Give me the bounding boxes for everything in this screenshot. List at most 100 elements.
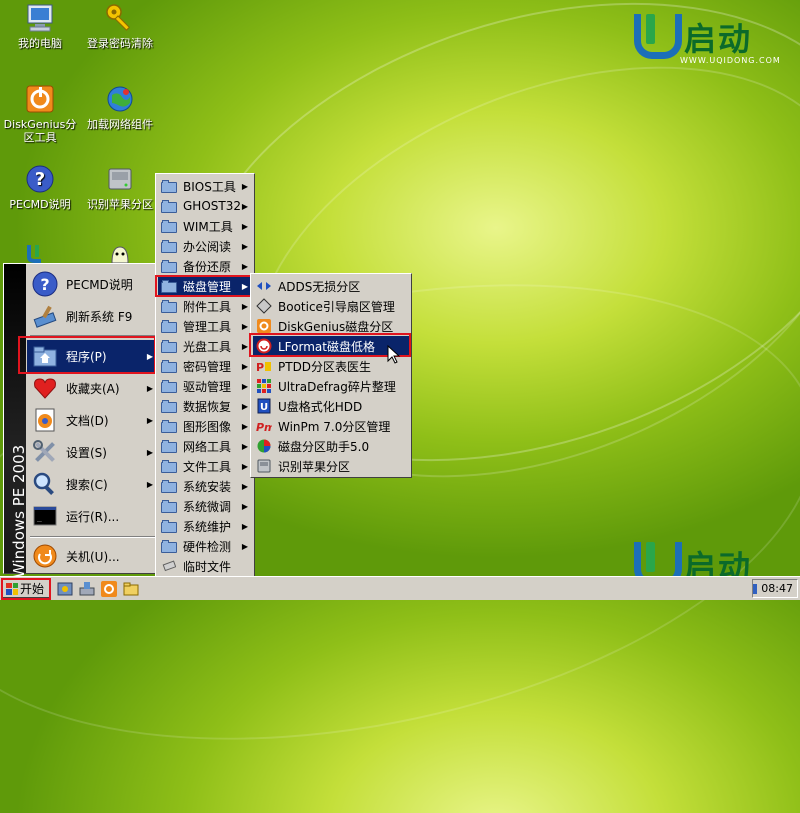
submenu-arrow-icon: ▶ [146,351,153,361]
folder-icon [161,459,177,473]
programs-item[interactable]: WIM工具 ▶ [158,216,252,236]
programs-item[interactable]: 备份还原 ▶ [158,256,252,276]
tray-icon[interactable] [753,583,758,594]
bootice-icon [256,298,272,314]
partition-assistant-icon [256,438,272,454]
disk-menu-item[interactable]: 识别苹果分区 [253,456,409,476]
programs-item[interactable]: 磁盘管理 ▶ [158,276,252,296]
start-item-refresh[interactable]: 刷新系统 F9 [27,300,157,332]
eraser-icon [161,558,177,574]
desktop-icon-network[interactable]: 加载网络组件 [80,83,160,131]
quicklaunch-disk-icon[interactable] [56,580,74,598]
folder-icon [161,479,177,493]
quicklaunch-folder-icon[interactable] [122,580,140,598]
start-button[interactable]: 开始 [2,579,50,598]
submenu-arrow-icon: ▶ [241,361,248,371]
help-icon: ? [30,269,60,299]
programs-item[interactable]: 光盘工具 ▶ [158,336,252,356]
disk-menu-item[interactable]: P PTDD分区表医生 [253,356,409,376]
start-item-programs[interactable]: 程序(P) ▶ [27,340,157,372]
submenu-arrow-icon: ▶ [241,181,248,191]
folder-icon [161,499,177,513]
programs-item[interactable]: 系统安装 ▶ [158,476,252,496]
start-item-shutdown[interactable]: 关机(U)... [27,540,157,572]
disk-drive-icon [256,458,272,474]
programs-item[interactable]: 文件工具 ▶ [158,456,252,476]
programs-item[interactable]: 驱动管理 ▶ [158,376,252,396]
programs-item[interactable]: 管理工具 ▶ [158,316,252,336]
submenu-arrow-icon: ▶ [241,261,248,271]
desktop-icon-label: PECMD说明 [9,198,71,211]
quicklaunch-tools-icon[interactable] [78,580,96,598]
diskgenius-icon [24,83,56,115]
programs-item[interactable]: 附件工具 ▶ [158,296,252,316]
desktop-icon-apple-partition[interactable]: 识别苹果分区 [80,163,160,211]
folder-icon [161,379,177,393]
settings-tools-icon [30,437,60,467]
desktop-icon-pecmd-help[interactable]: ? PECMD说明 [0,163,80,211]
folder-icon [161,299,177,313]
folder-icon [161,179,177,193]
desktop-icon-partial[interactable] [106,243,134,264]
submenu-arrow-icon: ▶ [241,441,248,451]
submenu-arrow-icon: ▶ [241,481,248,491]
disk-menu-item[interactable]: DiskGenius磁盘分区 [253,316,409,336]
usb-format-icon: U [256,398,272,414]
programs-item[interactable]: 系统维护 ▶ [158,516,252,536]
programs-item[interactable]: 硬件检测 ▶ [158,536,252,556]
submenu-arrow-icon: ▶ [146,479,153,489]
folder-icon [161,539,177,553]
desktop-icon-diskgenius[interactable]: DiskGenius分区工具 [0,83,80,144]
clock[interactable]: 08:47 [761,582,793,595]
desktop-icon-my-computer[interactable]: 我的电脑 [0,2,80,50]
start-item-favorites[interactable]: 收藏夹(A) ▶ [27,372,157,404]
programs-item[interactable]: 系统微调 ▶ [158,496,252,516]
brand-logo-top: 启动 WWW.UQIDONG.COM [632,12,792,72]
start-item-documents[interactable]: 文档(D) ▶ [27,404,157,436]
key-icon [104,2,136,34]
folder-icon [161,199,177,213]
disk-menu-item[interactable]: PmWinPm 7.0分区管理 [253,416,409,436]
disk-menu-item[interactable]: U U盘格式化HDD [253,396,409,416]
programs-item[interactable]: 网络工具 ▶ [158,436,252,456]
programs-item[interactable]: 临时文件 [158,556,252,576]
desktop-icon-label: 登录密码清除 [87,37,153,50]
disk-menu-item[interactable]: UltraDefrag碎片整理 [253,376,409,396]
programs-item[interactable]: 办公阅读 ▶ [158,236,252,256]
network-globe-icon [104,83,136,115]
submenu-arrow-icon: ▶ [241,221,248,231]
disk-drive-icon [104,163,136,195]
disk-menu-item[interactable]: 磁盘分区助手5.0 [253,436,409,456]
start-item-run[interactable]: _ 运行(R)... [27,500,157,532]
desktop-icon-partial[interactable] [25,243,53,263]
svg-text:?: ? [35,169,45,190]
start-item-pecmd-help[interactable]: ? PECMD说明 [27,268,157,300]
svg-text:P: P [256,361,264,373]
desktop-icon-label: DiskGenius分区工具 [3,118,77,144]
start-item-search[interactable]: 搜索(C) ▶ [27,468,157,500]
disk-menu-item[interactable]: Bootice引导扇区管理 [253,296,409,316]
svg-text:?: ? [40,275,49,294]
disk-menu-item[interactable]: ADDS无损分区 [253,276,409,296]
system-tray: 08:47 [752,579,798,598]
submenu-arrow-icon: ▶ [146,447,153,457]
programs-item[interactable]: BIOS工具 ▶ [158,176,252,196]
start-button-label: 开始 [20,582,45,596]
programs-item[interactable]: 数据恢复 ▶ [158,396,252,416]
help-icon: ? [24,163,56,195]
desktop-icon-label: 加载网络组件 [87,118,153,131]
folder-icon [161,239,177,253]
programs-item[interactable]: 图形图像 ▶ [158,416,252,436]
desktop-icon-password-clear[interactable]: 登录密码清除 [80,2,160,50]
disk-menu-item[interactable]: LFormat磁盘低格 [253,336,409,356]
desktop-icon-label: 我的电脑 [18,37,62,50]
submenu-arrow-icon: ▶ [241,321,248,331]
folder-icon [161,399,177,413]
desktop-icon-label: 识别苹果分区 [87,198,153,211]
programs-item[interactable]: 密码管理 ▶ [158,356,252,376]
quicklaunch-diskgenius-icon[interactable] [100,580,118,598]
start-item-settings[interactable]: 设置(S) ▶ [27,436,157,468]
programs-folder-icon [30,341,60,371]
programs-item[interactable]: GHOST32 ▶ [158,196,252,216]
submenu-arrow-icon: ▶ [146,415,153,425]
